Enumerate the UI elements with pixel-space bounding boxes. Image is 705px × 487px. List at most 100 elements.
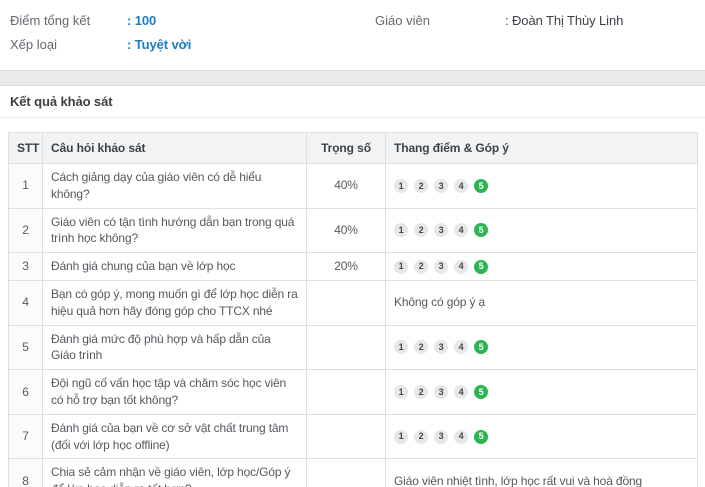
row-answer: 12345 [386, 253, 698, 281]
rating-pill-2: 2 [414, 179, 428, 193]
row-answer: 12345 [386, 370, 698, 415]
divider-band [0, 70, 705, 86]
rating-pill-4: 4 [454, 260, 468, 274]
rating-pill-5-selected: 5 [474, 223, 488, 237]
rating-pill-1: 1 [394, 260, 408, 274]
row-question: Bạn có góp ý, mong muốn gì để lớp học di… [43, 280, 307, 325]
rating-pill-2: 2 [414, 260, 428, 274]
rating-pill-4: 4 [454, 430, 468, 444]
rating-pill-1: 1 [394, 430, 408, 444]
row-weight [307, 459, 386, 487]
survey-table: STT Câu hỏi khảo sát Trọng số Thang điểm… [8, 132, 698, 487]
table-row: 1Cách giảng dạy của giáo viên có dễ hiểu… [9, 164, 698, 209]
row-weight [307, 325, 386, 370]
total-score-value: : 100 [127, 13, 156, 28]
row-stt: 5 [9, 325, 43, 370]
rating-pill-1: 1 [394, 223, 408, 237]
row-question: Đánh giá của bạn về cơ sở vật chất trung… [43, 414, 307, 459]
rank-value: : Tuyệt vời [127, 37, 191, 52]
table-header-row: STT Câu hỏi khảo sát Trọng số Thang điểm… [9, 133, 698, 164]
teacher-label: Giáo viên [375, 13, 505, 28]
col-header-weight: Trọng số [307, 133, 386, 164]
rating-pill-3: 3 [434, 340, 448, 354]
table-row: 3Đánh giá chung của bạn về lớp học20%123… [9, 253, 698, 281]
row-answer: 12345 [386, 414, 698, 459]
row-question: Đánh giá chung của bạn về lớp học [43, 253, 307, 281]
row-weight [307, 280, 386, 325]
rating-scale: 12345 [394, 385, 689, 399]
rating-pill-1: 1 [394, 179, 408, 193]
row-answer: Không có góp ý ạ [386, 280, 698, 325]
rating-pill-4: 4 [454, 223, 468, 237]
rank-label: Xếp loại [10, 37, 127, 52]
rating-scale: 12345 [394, 430, 689, 444]
rating-pill-3: 3 [434, 430, 448, 444]
rating-pill-5-selected: 5 [474, 179, 488, 193]
row-stt: 7 [9, 414, 43, 459]
row-answer: 12345 [386, 208, 698, 253]
rating-scale: 12345 [394, 260, 689, 274]
table-row: 7Đánh giá của bạn về cơ sở vật chất trun… [9, 414, 698, 459]
rating-pill-4: 4 [454, 179, 468, 193]
total-score-field: Điểm tổng kết : 100 [10, 8, 352, 32]
table-row: 2Giáo viên có tận tình hướng dẫn bạn tro… [9, 208, 698, 253]
survey-table-wrap: STT Câu hỏi khảo sát Trọng số Thang điểm… [0, 118, 705, 487]
col-header-answer: Thang điểm & Góp ý [386, 133, 698, 164]
row-answer: 12345 [386, 164, 698, 209]
summary-right-column: Giáo viên : Đoàn Thị Thùy Linh [352, 8, 705, 70]
row-question: Đội ngũ cố vấn học tập và chăm sóc học v… [43, 370, 307, 415]
survey-result-page: Điểm tổng kết : 100 Xếp loại : Tuyệt vời… [0, 0, 705, 487]
section-header: Kết quả khảo sát [0, 86, 705, 118]
rating-pill-5-selected: 5 [474, 430, 488, 444]
rating-pill-2: 2 [414, 223, 428, 237]
rating-pill-1: 1 [394, 385, 408, 399]
row-stt: 2 [9, 208, 43, 253]
summary-section: Điểm tổng kết : 100 Xếp loại : Tuyệt vời… [0, 0, 705, 70]
row-stt: 3 [9, 253, 43, 281]
rating-pill-2: 2 [414, 385, 428, 399]
row-weight [307, 414, 386, 459]
row-stt: 8 [9, 459, 43, 487]
rating-pill-3: 3 [434, 385, 448, 399]
rating-pill-2: 2 [414, 340, 428, 354]
col-header-question: Câu hỏi khảo sát [43, 133, 307, 164]
row-weight: 40% [307, 208, 386, 253]
rating-pill-3: 3 [434, 260, 448, 274]
rating-pill-4: 4 [454, 340, 468, 354]
summary-left-column: Điểm tổng kết : 100 Xếp loại : Tuyệt vời [0, 8, 352, 70]
row-answer: 12345 [386, 325, 698, 370]
rating-pill-5-selected: 5 [474, 340, 488, 354]
rating-pill-3: 3 [434, 223, 448, 237]
table-row: 4Bạn có góp ý, mong muốn gì để lớp học d… [9, 280, 698, 325]
row-question: Cách giảng dạy của giáo viên có dễ hiểu … [43, 164, 307, 209]
row-question: Giáo viên có tận tình hướng dẫn bạn tron… [43, 208, 307, 253]
total-score-label: Điểm tổng kết [10, 13, 127, 28]
teacher-value: : Đoàn Thị Thùy Linh [505, 13, 623, 28]
row-question: Đánh giá mức độ phù hợp và hấp dẫn của G… [43, 325, 307, 370]
col-header-stt: STT [9, 133, 43, 164]
row-stt: 4 [9, 280, 43, 325]
survey-table-body: 1Cách giảng dạy của giáo viên có dễ hiểu… [9, 164, 698, 487]
rating-pill-4: 4 [454, 385, 468, 399]
rating-scale: 12345 [394, 223, 689, 237]
rating-pill-1: 1 [394, 340, 408, 354]
table-row: 8Chia sẻ cảm nhận về giáo viên, lớp học/… [9, 459, 698, 487]
rating-pill-5-selected: 5 [474, 385, 488, 399]
row-stt: 1 [9, 164, 43, 209]
row-weight: 20% [307, 253, 386, 281]
rating-scale: 12345 [394, 340, 689, 354]
row-weight: 40% [307, 164, 386, 209]
row-stt: 6 [9, 370, 43, 415]
table-row: 6Đội ngũ cố vấn học tập và chăm sóc học … [9, 370, 698, 415]
table-row: 5Đánh giá mức độ phù hợp và hấp dẫn của … [9, 325, 698, 370]
rating-pill-5-selected: 5 [474, 260, 488, 274]
row-question: Chia sẻ cảm nhận về giáo viên, lớp học/G… [43, 459, 307, 487]
section-title: Kết quả khảo sát [10, 94, 112, 109]
teacher-field: Giáo viên : Đoàn Thị Thùy Linh [375, 8, 705, 32]
row-answer: Giáo viên nhiệt tình, lớp học rất vui và… [386, 459, 698, 487]
rating-pill-3: 3 [434, 179, 448, 193]
rank-field: Xếp loại : Tuyệt vời [10, 32, 352, 56]
rating-scale: 12345 [394, 179, 689, 193]
row-weight [307, 370, 386, 415]
rating-pill-2: 2 [414, 430, 428, 444]
